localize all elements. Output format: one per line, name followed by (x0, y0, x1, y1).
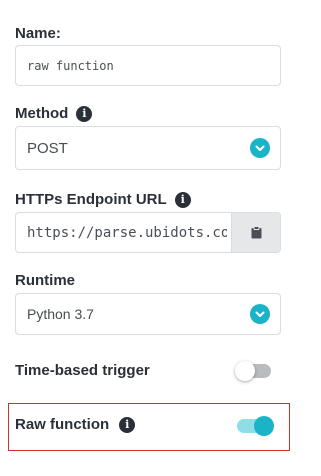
info-icon[interactable]: i (119, 416, 136, 433)
toggle-knob (235, 361, 255, 381)
name-input[interactable]: raw function (15, 45, 281, 86)
endpoint-label: HTTPs Endpoint URL i (15, 191, 191, 208)
method-label: Method i (15, 105, 93, 122)
name-label: Name: (15, 25, 61, 42)
name-input-value: raw function (27, 58, 114, 73)
name-label-text: Name: (15, 25, 61, 42)
endpoint-url-field[interactable]: https://parse.ubidots.co (15, 212, 281, 253)
runtime-label: Runtime (15, 272, 75, 289)
method-label-text: Method (15, 105, 69, 122)
runtime-select[interactable]: Python 3.7 (15, 293, 281, 335)
toggle-knob (254, 416, 274, 436)
info-icon[interactable]: i (174, 191, 191, 208)
time-trigger-toggle[interactable] (235, 361, 271, 381)
method-selected-value: POST (27, 139, 68, 157)
endpoint-label-text: HTTPs Endpoint URL (15, 191, 167, 208)
clipboard-icon (251, 226, 261, 239)
method-select[interactable]: POST (15, 126, 281, 170)
runtime-selected-value: Python 3.7 (27, 306, 94, 322)
time-trigger-label: Time-based trigger (15, 362, 150, 379)
raw-function-toggle[interactable] (237, 416, 274, 436)
chevron-down-icon[interactable] (250, 304, 270, 324)
copy-url-button[interactable] (231, 213, 280, 252)
time-trigger-label-text: Time-based trigger (15, 362, 150, 379)
runtime-label-text: Runtime (15, 272, 75, 289)
raw-function-label-text: Raw function (15, 416, 110, 433)
chevron-down-icon[interactable] (250, 138, 270, 158)
raw-function-label: Raw function i (15, 416, 136, 433)
info-icon[interactable]: i (76, 105, 93, 122)
endpoint-url-value: https://parse.ubidots.co (27, 224, 227, 241)
